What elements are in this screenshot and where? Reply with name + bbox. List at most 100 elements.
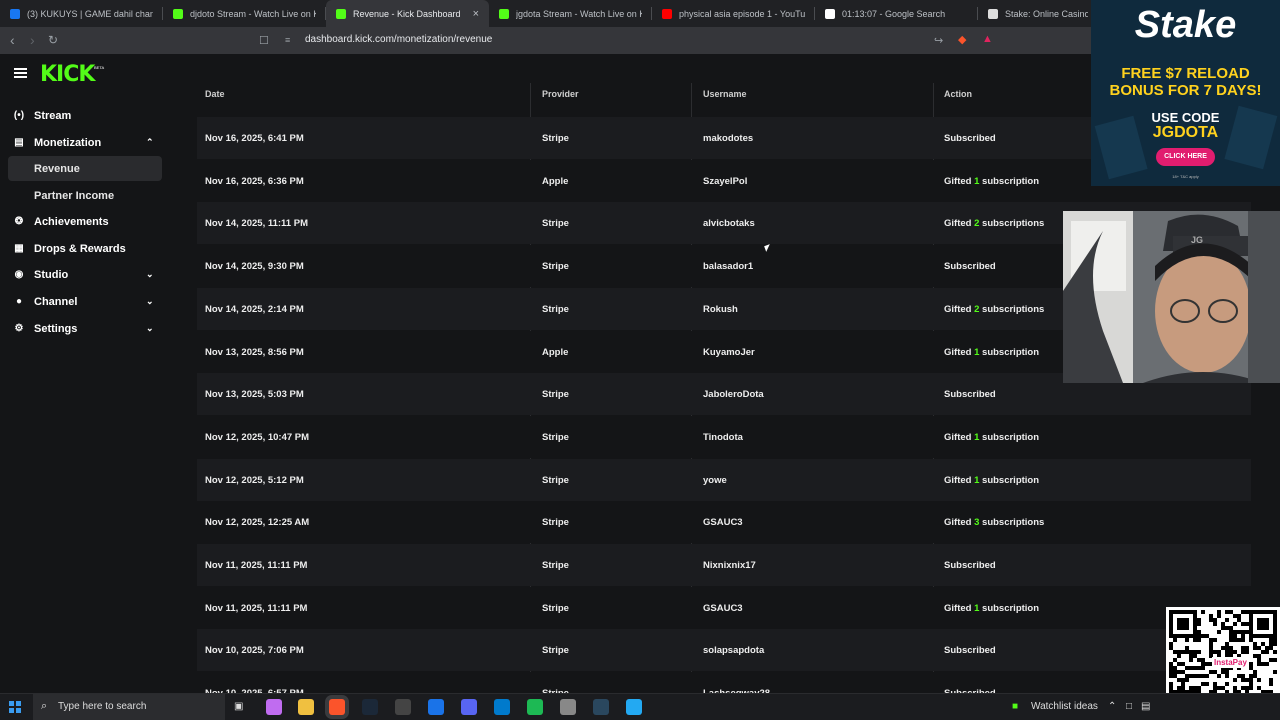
bookmark-icon[interactable]: ☐ xyxy=(259,34,269,47)
tab-title: Stake: Online Casino & Sp xyxy=(1005,8,1088,19)
cell-provider: Stripe xyxy=(542,261,569,273)
tab-favicon-icon xyxy=(10,8,20,19)
ad-click-button[interactable]: CLICK HERE xyxy=(1156,148,1215,166)
sidebar-item-label: Monetization xyxy=(34,136,102,149)
cell-date: Nov 16, 2025, 6:41 PM xyxy=(205,133,304,144)
cell-action: Gifted 1 subscription xyxy=(944,347,1039,358)
chevron-down-icon[interactable]: ⌄ xyxy=(146,323,154,334)
action-suffix: subscriptions xyxy=(979,303,1045,315)
tab-favicon-icon xyxy=(173,8,183,19)
header-date[interactable]: Date xyxy=(205,89,225,99)
tray-app-icon[interactable]: □ xyxy=(1126,701,1132,712)
windows-start-icon[interactable] xyxy=(9,701,21,713)
sidebar-item[interactable]: Partner Income xyxy=(0,183,170,208)
table-row[interactable]: Nov 11, 2025, 11:11 PM Stripe Nixnixnix17 S… xyxy=(197,544,1251,586)
discord-icon[interactable] xyxy=(461,699,477,715)
cell-provider: Stripe xyxy=(542,602,569,614)
kick-logo[interactable]: KICK xyxy=(40,62,95,87)
cell-username: SzayelPol xyxy=(703,175,748,187)
ad-headline-2: BONUS FOR 7 DAYS! xyxy=(1109,82,1262,99)
table-row[interactable]: Nov 12, 2025, 5:12 PM Stripe yowe Gifted 1 … xyxy=(197,458,1251,501)
brave-icon[interactable] xyxy=(329,699,345,715)
vscode2-icon[interactable] xyxy=(626,699,642,715)
cell-action: Subscribed xyxy=(944,389,996,401)
wallet-icon: ▤ xyxy=(14,137,24,148)
sidebar-item-label: Partner Income xyxy=(34,189,115,202)
cell-provider: Apple xyxy=(542,175,569,187)
steam2-icon[interactable] xyxy=(593,699,609,715)
app-icon[interactable] xyxy=(560,699,576,715)
browser-tab[interactable]: Stake: Online Casino & Sp xyxy=(978,0,1098,27)
cell-date: Nov 14, 2025, 9:30 PM xyxy=(205,261,304,273)
browser-tab[interactable]: jgdota Stream - Watch Live on Kick xyxy=(489,0,652,27)
tray-chevron-icon[interactable]: ⌃ xyxy=(1108,701,1116,712)
url-field[interactable]: dashboard.kick.com/monetization/revenue xyxy=(305,34,492,45)
header-username[interactable]: Username xyxy=(703,89,747,99)
cell-action: Gifted 2 subscriptions xyxy=(944,218,1044,229)
cell-action: Gifted 1 subscription xyxy=(944,176,1039,187)
cell-date: Nov 11, 2025, 11:11 PM xyxy=(205,560,308,571)
vscode-icon[interactable] xyxy=(494,699,510,715)
forward-icon[interactable]: › xyxy=(30,32,35,48)
browser-tab-strip: (3) KUKUYS | GAME dahil champ iss... djdo… xyxy=(0,0,1280,27)
browser-tab[interactable]: 01:13:07 - Google Search xyxy=(815,0,978,27)
sidebar-item[interactable]: ❂ Achievements xyxy=(0,209,170,234)
cell-username: makodotes xyxy=(703,133,754,144)
widget-icon[interactable]: ■ xyxy=(1012,701,1018,712)
spotify-icon[interactable] xyxy=(527,699,543,715)
sidebar-item[interactable]: Revenue xyxy=(8,156,162,181)
widget-label[interactable]: Watchlist ideas xyxy=(1031,701,1098,712)
chrome-icon[interactable] xyxy=(428,699,444,715)
camera-icon: ◉ xyxy=(14,269,24,280)
table-row[interactable]: Nov 12, 2025, 12:25 AM Stripe GSAUC3 Gifted… xyxy=(197,501,1251,544)
header-action[interactable]: Action xyxy=(944,89,972,99)
copilot-icon[interactable] xyxy=(266,699,282,715)
chevron-down-icon[interactable]: ⌄ xyxy=(146,269,154,280)
table-row[interactable]: Nov 11, 2025, 11:11 PM Stripe GSAUC3 Gifted… xyxy=(197,586,1251,629)
tab-title: 01:13:07 - Google Search xyxy=(842,8,946,19)
browser-tab[interactable]: djdoto Stream - Watch Live on Kick xyxy=(163,0,326,27)
brave-rewards-icon[interactable]: ▲ xyxy=(982,33,993,45)
sidebar-item-label: Studio xyxy=(34,268,69,281)
site-info-icon[interactable]: ≡ xyxy=(285,35,290,45)
browser-tab[interactable]: Revenue - Kick Dashboard × xyxy=(326,0,489,27)
sidebar-item[interactable]: ● Channel ⌄ xyxy=(0,289,170,314)
taskbar-search[interactable]: ⌕ Type here to search xyxy=(33,694,225,720)
share-icon[interactable]: ↪ xyxy=(934,34,943,47)
cell-action: Subscribed xyxy=(944,560,996,571)
sidebar-item-label: Stream xyxy=(34,109,72,122)
browser-tab[interactable]: physical asia episode 1 - YouTube xyxy=(652,0,815,27)
action-suffix: subscriptions xyxy=(979,218,1045,230)
sidebar-item[interactable]: ▦ Drops & Rewards xyxy=(0,236,170,261)
sidebar-item[interactable]: ▤ Monetization ⌃ xyxy=(0,130,170,155)
task-view-icon[interactable]: ▣ xyxy=(234,701,243,712)
reload-icon[interactable]: ↻ xyxy=(48,33,58,47)
cell-date: Nov 13, 2025, 5:03 PM xyxy=(205,389,304,401)
sidebar-item[interactable]: (•) Stream xyxy=(0,103,170,128)
chevron-up-icon[interactable]: ⌃ xyxy=(146,137,154,148)
sidebar-item-label: Settings xyxy=(34,322,78,335)
steam-icon[interactable] xyxy=(362,699,378,715)
obs-icon[interactable] xyxy=(395,699,411,715)
brave-shield-icon[interactable]: ◆ xyxy=(958,33,966,46)
menu-icon[interactable] xyxy=(14,68,27,78)
cell-action: Subscribed xyxy=(944,133,996,144)
sidebar-item[interactable]: ⚙ Settings ⌄ xyxy=(0,316,170,341)
sidebar-item-label: Channel xyxy=(34,295,78,308)
tab-favicon-icon xyxy=(662,8,672,19)
tab-close-icon[interactable]: × xyxy=(473,8,479,20)
header-provider[interactable]: Provider xyxy=(542,89,579,99)
file-explorer-icon[interactable] xyxy=(298,699,314,715)
sidebar-item[interactable]: ◉ Studio ⌄ xyxy=(0,262,170,287)
action-suffix: subscription xyxy=(979,474,1040,486)
address-bar-row: ‹ › ↻ ☐ ≡ dashboard.kick.com/monetizatio… xyxy=(0,27,1280,54)
table-row[interactable]: Nov 12, 2025, 10:47 PM Stripe Tinodota Gift… xyxy=(197,415,1251,458)
cell-date: Nov 13, 2025, 8:56 PM xyxy=(205,346,304,358)
browser-tab[interactable]: (3) KUKUYS | GAME dahil champ iss... xyxy=(0,0,163,27)
table-row[interactable]: Nov 10, 2025, 7:06 PM Stripe solapsapdota S… xyxy=(197,629,1251,672)
cell-action: Gifted 1 subscription xyxy=(944,603,1039,614)
chevron-down-icon[interactable]: ⌄ xyxy=(146,296,154,307)
stake-ad[interactable]: Stake FREE $7 RELOAD BONUS FOR 7 DAYS! US… xyxy=(1091,0,1280,186)
back-icon[interactable]: ‹ xyxy=(10,32,15,48)
network-icon[interactable]: ▤ xyxy=(1141,701,1150,712)
